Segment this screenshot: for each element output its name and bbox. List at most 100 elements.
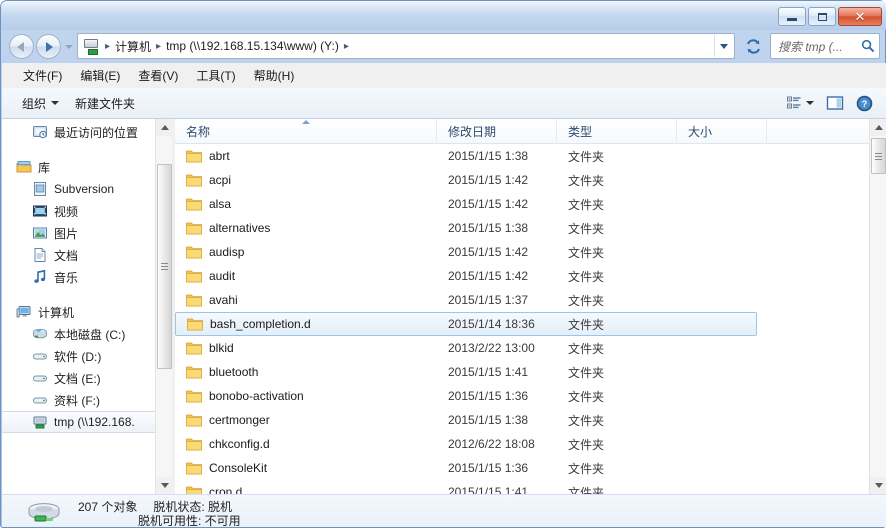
file-date: 2015/1/15 1:42 xyxy=(448,269,529,283)
chevron-down-icon xyxy=(719,43,728,49)
sidebar-item-pictures[interactable]: 图片 xyxy=(2,222,172,244)
sidebar-item-music[interactable]: 音乐 xyxy=(2,266,172,288)
scroll-down-button[interactable] xyxy=(156,477,172,494)
column-header-size[interactable]: 大小 xyxy=(677,119,767,144)
status-bar: 207 个对象 脱机状态: 脱机 脱机可用性: 不可用 xyxy=(2,494,886,528)
sidebar-group-computer[interactable]: 计算机 xyxy=(2,301,172,323)
recent-pages-dropdown[interactable] xyxy=(65,45,73,49)
column-header-name[interactable]: 名称 xyxy=(175,119,437,144)
file-date: 2015/1/15 1:38 xyxy=(448,221,529,235)
scrollbar-thumb[interactable] xyxy=(871,138,886,174)
sidebar-item-drive-f[interactable]: 资料 (F:) xyxy=(2,389,172,411)
menu-bar: 文件(F) 编辑(E) 查看(V) 工具(T) 帮助(H) xyxy=(2,63,886,88)
file-name: cron.d xyxy=(209,485,243,494)
column-header-date-modified[interactable]: 修改日期 xyxy=(437,119,557,144)
file-type: 文件夹 xyxy=(568,317,605,332)
menu-edit[interactable]: 编辑(E) xyxy=(71,64,129,87)
menu-view[interactable]: 查看(V) xyxy=(129,64,187,87)
menu-tools[interactable]: 工具(T) xyxy=(187,64,244,87)
table-row[interactable]: ConsoleKit 2015/1/15 1:36 文件夹 xyxy=(175,456,886,480)
address-bar-row: ▸ 计算机 ▸ tmp (\\192.168.15.134\www) (Y:) … xyxy=(2,30,886,63)
file-type: 文件夹 xyxy=(568,389,605,404)
search-input[interactable]: 搜索 tmp (... xyxy=(778,38,843,55)
breadcrumb-computer[interactable]: 计算机 xyxy=(113,37,153,56)
file-type: 文件夹 xyxy=(568,293,605,308)
sidebar-item-local-disk-c[interactable]: 本地磁盘 (C:) xyxy=(2,323,172,345)
back-button[interactable] xyxy=(9,34,34,59)
scroll-down-button[interactable] xyxy=(870,477,886,494)
sidebar-group-libraries[interactable]: 库 xyxy=(2,156,172,178)
file-type: 文件夹 xyxy=(568,341,605,356)
forward-button[interactable] xyxy=(36,34,61,59)
table-row[interactable]: blkid 2013/2/22 13:00 文件夹 xyxy=(175,336,886,360)
chevron-down-icon xyxy=(806,101,814,105)
address-input[interactable]: ▸ 计算机 ▸ tmp (\\192.168.15.134\www) (Y:) … xyxy=(77,33,735,59)
offline-availability: 脱机可用性: 不可用 xyxy=(138,514,241,528)
table-row[interactable]: cron.d 2015/1/15 1:41 文件夹 xyxy=(175,480,886,494)
folder-icon xyxy=(186,222,202,235)
scroll-up-button[interactable] xyxy=(156,119,172,136)
address-dropdown-button[interactable] xyxy=(714,35,732,57)
sidebar-item-documents[interactable]: 文档 xyxy=(2,244,172,266)
table-row[interactable]: audisp 2015/1/15 1:42 文件夹 xyxy=(175,240,886,264)
table-row[interactable]: bonobo-activation 2015/1/15 1:36 文件夹 xyxy=(175,384,886,408)
table-row[interactable]: alsa 2015/1/15 1:42 文件夹 xyxy=(175,192,886,216)
new-folder-button[interactable]: 新建文件夹 xyxy=(67,91,143,116)
table-row-selected[interactable]: bash_completion.d 2015/1/14 18:36 文件夹 xyxy=(175,312,757,336)
minimize-button[interactable] xyxy=(778,7,806,26)
sidebar-item-drive-d[interactable]: 软件 (D:) xyxy=(2,345,172,367)
sidebar-item-label: 软件 (D:) xyxy=(54,349,102,364)
drive-icon xyxy=(32,392,48,408)
file-name: bash_completion.d xyxy=(210,317,311,331)
table-row[interactable]: avahi 2015/1/15 1:37 文件夹 xyxy=(175,288,886,312)
file-date: 2015/1/15 1:42 xyxy=(448,197,529,211)
refresh-button[interactable] xyxy=(742,35,764,57)
close-button[interactable]: ✕ xyxy=(838,7,882,26)
table-row[interactable]: abrt 2015/1/15 1:38 文件夹 xyxy=(175,144,886,168)
new-folder-label: 新建文件夹 xyxy=(75,96,136,111)
table-row[interactable]: audit 2015/1/15 1:42 文件夹 xyxy=(175,264,886,288)
folder-icon xyxy=(186,438,202,451)
file-name-cell: bonobo-activation xyxy=(175,389,437,403)
file-name-cell: audisp xyxy=(175,245,437,259)
table-row[interactable]: bluetooth 2015/1/15 1:41 文件夹 xyxy=(175,360,886,384)
sidebar-item-drive-e[interactable]: 文档 (E:) xyxy=(2,367,172,389)
sidebar-item-subversion[interactable]: Subversion xyxy=(2,178,172,200)
sidebar-item-tmp-network-drive[interactable]: tmp (\\192.168. xyxy=(2,411,172,433)
organize-button[interactable]: 组织 xyxy=(14,91,67,116)
file-type: 文件夹 xyxy=(568,413,605,428)
pictures-icon xyxy=(32,225,48,241)
navigation-scrollbar[interactable] xyxy=(155,119,172,494)
library-icon xyxy=(16,159,32,175)
command-toolbar: 组织 新建文件夹 ? xyxy=(2,88,886,119)
breadcrumb-tmp[interactable]: tmp (\\192.168.15.134\www) (Y:) xyxy=(164,38,341,54)
scrollbar-thumb[interactable] xyxy=(157,164,172,369)
maximize-button[interactable] xyxy=(808,7,836,26)
change-view-button[interactable] xyxy=(783,92,817,114)
table-row[interactable]: chkconfig.d 2012/6/22 18:08 文件夹 xyxy=(175,432,886,456)
preview-pane-button[interactable] xyxy=(823,92,847,114)
recent-places-icon xyxy=(32,124,48,140)
sidebar-item-recent-places[interactable]: 最近访问的位置 xyxy=(2,121,172,143)
column-header-row: 名称 修改日期 类型 大小 xyxy=(175,119,886,144)
sidebar-item-videos[interactable]: 视频 xyxy=(2,200,172,222)
table-row[interactable]: acpi 2015/1/15 1:42 文件夹 xyxy=(175,168,886,192)
file-list-scrollbar[interactable] xyxy=(869,119,886,494)
music-icon xyxy=(32,269,48,285)
file-type: 文件夹 xyxy=(568,269,605,284)
file-name-cell: abrt xyxy=(175,149,437,163)
table-row[interactable]: alternatives 2015/1/15 1:38 文件夹 xyxy=(175,216,886,240)
triangle-up-icon xyxy=(874,125,883,130)
column-header-type[interactable]: 类型 xyxy=(557,119,677,144)
scroll-up-button[interactable] xyxy=(870,119,886,136)
menu-help[interactable]: 帮助(H) xyxy=(245,64,304,87)
toolbar-right-group: ? xyxy=(783,92,886,115)
file-name: blkid xyxy=(209,341,234,355)
folder-icon xyxy=(186,150,202,163)
table-row[interactable]: certmonger 2015/1/15 1:38 文件夹 xyxy=(175,408,886,432)
menu-file[interactable]: 文件(F) xyxy=(14,64,71,87)
file-date: 2015/1/15 1:41 xyxy=(448,485,529,494)
search-box[interactable]: 搜索 tmp (... xyxy=(770,33,880,59)
help-button[interactable]: ? xyxy=(853,92,876,115)
